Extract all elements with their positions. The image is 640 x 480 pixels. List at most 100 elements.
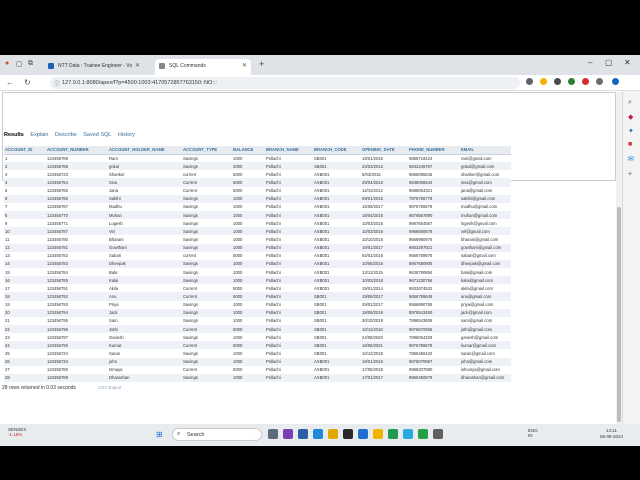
table-cell: 23/03/2012 (361, 162, 408, 171)
table-row: 3 123456723 Shanker current 5000 Pollachi AXB0… (4, 170, 511, 178)
table-cell: 123456797 (47, 334, 68, 340)
windows-taskbar: SENSEX -1.15% ⊞ ⌕ Search ENG IN 14:11 06… (0, 424, 640, 446)
vscode-icon[interactable] (358, 429, 368, 439)
table-cell: 10/12/2019 (362, 350, 383, 356)
table-cell: SB001 (313, 292, 361, 301)
table-cell: 9638790894 (409, 269, 433, 275)
back-icon[interactable]: ← (6, 78, 14, 87)
close-window-icon[interactable]: ✕ (624, 58, 631, 67)
table-cell: Savings (182, 194, 232, 203)
maximize-icon[interactable]: ▢ (605, 58, 613, 67)
clock[interactable]: 14:11 06-08-2024 (600, 428, 623, 440)
file-explorer-icon[interactable] (373, 429, 383, 439)
app-icon[interactable] (388, 429, 398, 439)
task-view-icon[interactable] (268, 429, 278, 439)
column-header[interactable]: EMAIL (460, 146, 511, 155)
column-header[interactable]: ACCOUNT_HOLDER_NAME (108, 146, 182, 155)
table-cell: 17/05/2019 (362, 367, 383, 373)
shopping-icon[interactable]: ◆ (628, 113, 633, 121)
table-cell: shanker@gmail.com (461, 171, 500, 177)
close-tab-icon[interactable]: ✕ (135, 62, 140, 69)
tab-explain[interactable]: Explain (30, 132, 48, 138)
tab-describe[interactable]: Describe (55, 132, 77, 138)
browser-profile-icon[interactable]: ● (5, 60, 9, 67)
office-icon[interactable]: ■ (628, 141, 632, 148)
column-header[interactable]: OPENING_DATE (361, 146, 408, 155)
teams-icon[interactable] (283, 429, 293, 439)
table-cell: 123456789 (47, 155, 68, 161)
table-cell: 1000 (232, 276, 265, 285)
collections-icon[interactable] (582, 78, 589, 85)
app-icon[interactable] (403, 429, 413, 439)
tab-saved-sql[interactable]: Saved SQL (83, 132, 111, 138)
scrollbar-thumb[interactable] (617, 207, 621, 422)
stock-widget[interactable]: SENSEX -1.15% (8, 427, 26, 437)
table-cell: 17/01/2017 (361, 373, 408, 382)
info-icon[interactable]: ⓘ (54, 79, 60, 88)
table-cell: 19/01/2017 (361, 243, 408, 252)
search-icon[interactable]: ⌕ (628, 99, 632, 107)
table-cell: Pollachi (265, 259, 313, 268)
table-cell: 20 (4, 308, 46, 317)
windows-start-icon[interactable]: ⊞ (156, 430, 163, 439)
extension-icon[interactable] (568, 78, 575, 85)
read-aloud-icon[interactable] (526, 78, 533, 85)
column-header[interactable]: BRANCH_CODE (313, 146, 361, 155)
column-header[interactable]: BALANCE (232, 146, 265, 155)
tab-sql-commands[interactable]: SQL Commands ✕ (155, 59, 251, 75)
table-cell: 04/01/2016 (362, 253, 383, 259)
minimize-icon[interactable]: – (588, 58, 592, 67)
whatsapp-icon[interactable] (418, 429, 428, 439)
outlook-icon[interactable]: ✉ (628, 155, 634, 163)
workspaces-icon[interactable]: ▢ (16, 60, 23, 68)
url-field[interactable]: ⓘ 127.0.0.1:8080/apex/f?p=4500:1003:4170… (50, 77, 520, 89)
column-header[interactable]: BRANCH_NAME (265, 146, 313, 155)
column-header[interactable]: ACCOUNT_ID (4, 146, 46, 155)
terminal-icon[interactable] (343, 429, 353, 439)
table-cell: dheepak@gmail.com (460, 259, 511, 268)
table-cell: Savings (182, 276, 232, 285)
app-icon[interactable] (298, 429, 308, 439)
tab-actions-icon[interactable]: ⧉ (28, 60, 33, 68)
tab-ntt-data[interactable]: NTT Data : Trainee Engineer - Vo ✕ (44, 59, 144, 75)
tab-label: NTT Data : Trainee Engineer - Vo (58, 63, 133, 69)
column-header[interactable]: ACCOUNT_NUMBER (46, 146, 108, 155)
add-icon[interactable]: + (628, 171, 632, 178)
new-tab-icon[interactable]: + (259, 59, 264, 69)
taskbar-search[interactable]: ⌕ Search (172, 428, 262, 441)
table-row: 21 123456795 Sam Savings 1000 Pollachi SB001 30… (4, 317, 511, 325)
table-cell: 15/05/2017 (362, 204, 383, 210)
favorite-icon[interactable] (540, 78, 547, 85)
search-placeholder: Search (187, 432, 205, 438)
table-cell: 1000 (233, 350, 243, 356)
table-cell: 30/10/2019 (362, 318, 383, 324)
tab-history[interactable]: History (118, 132, 135, 138)
table-cell: 1000 (233, 204, 243, 210)
table-cell: 10/06/2016 (361, 259, 408, 268)
table-cell: Savings (183, 269, 198, 275)
close-tab-icon[interactable]: ✕ (242, 62, 247, 69)
table-cell: 7878786778 (408, 194, 460, 203)
app-icon[interactable] (433, 429, 443, 439)
refresh-icon[interactable]: ↻ (24, 78, 31, 87)
extension-icon[interactable] (554, 78, 561, 85)
table-cell: Dheepak (108, 259, 182, 268)
column-header[interactable]: ACCOUNT_TYPE (182, 146, 232, 155)
table-cell: Current (183, 188, 197, 194)
table-cell: AXB001 (313, 243, 361, 252)
table-cell: 123456793 (47, 302, 68, 308)
page-scrollbar[interactable] (616, 92, 622, 424)
table-cell: Dharashan (108, 373, 182, 382)
tab-results[interactable]: Results (4, 132, 24, 138)
edge-icon[interactable] (313, 429, 323, 439)
column-header[interactable]: PHONE_NUMBER (408, 146, 460, 155)
table-cell: 10/11/2018 (361, 324, 408, 334)
csv-export-link[interactable]: CSV Export (98, 385, 122, 390)
profile-icon[interactable] (596, 78, 603, 85)
table-cell: 10/03/2018 (361, 276, 408, 285)
copilot-icon[interactable] (612, 78, 619, 85)
tools-icon[interactable]: ✦ (628, 127, 634, 135)
table-cell: SB001 (314, 302, 327, 308)
system-tray[interactable]: ENG IN (528, 428, 538, 438)
chrome-icon[interactable] (328, 429, 338, 439)
